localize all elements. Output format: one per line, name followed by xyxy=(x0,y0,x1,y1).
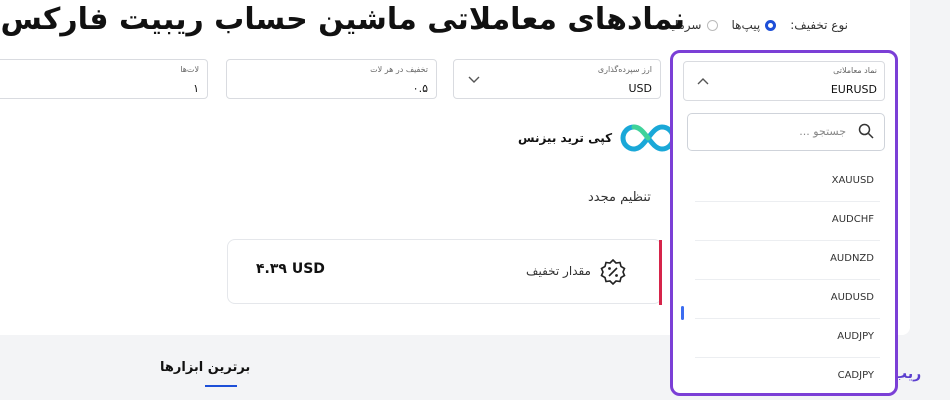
radio-pips-dot[interactable] xyxy=(765,19,777,31)
list-item[interactable]: XAUUSD xyxy=(695,163,880,202)
list-item[interactable]: AUDCHF xyxy=(695,202,880,241)
percent-badge-icon xyxy=(600,258,626,289)
currency-select[interactable]: ارز سپرده‌گذاری USD xyxy=(453,59,661,99)
chevron-down-icon xyxy=(468,73,480,87)
discount-type-label: نوع تخفیف: xyxy=(790,18,848,32)
discount-type-group: نوع تخفیف: پیپ‌ها سرمایه xyxy=(665,18,848,32)
page-title: نمادهای معاملاتی ماشین حساب ریبیت فارکس xyxy=(0,2,685,37)
symbol-dropdown: نماد معاملاتی EURUSD جستجو ... XAUUSD AU… xyxy=(670,50,898,396)
discount-amount: ۴.۳۹ USD xyxy=(256,261,325,277)
result-box: ۴.۳۹ USD مقدار تخفیف xyxy=(227,239,662,305)
currency-value: USD xyxy=(628,82,652,95)
symbol-select[interactable]: نماد معاملاتی EURUSD xyxy=(683,61,885,101)
lots-label: لات‌ها xyxy=(180,65,199,74)
list-item[interactable]: AUDUSD xyxy=(695,280,880,319)
reset-button[interactable]: تنظیم مجدد xyxy=(588,190,651,205)
discount-per-lot-label: تخفیف در هر لات xyxy=(370,65,428,74)
chevron-up-icon xyxy=(697,74,709,88)
list-item-label: CADJPY xyxy=(837,370,874,381)
discount-per-lot-input[interactable]: تخفیف در هر لات ۰.۵ xyxy=(226,59,437,99)
discount-per-lot-value: ۰.۵ xyxy=(412,82,428,95)
radio-capital-dot[interactable] xyxy=(706,19,718,31)
list-item-label: AUDCHF xyxy=(831,214,874,225)
list-item[interactable]: CADJPY xyxy=(695,358,880,393)
symbol-value: EURUSD xyxy=(830,83,877,96)
tab-top-instruments[interactable]: برترین ابزارها xyxy=(160,360,250,375)
symbol-search-input[interactable]: جستجو ... xyxy=(687,113,885,151)
list-item-label: AUDUSD xyxy=(830,292,874,303)
dropdown-scrollbar[interactable] xyxy=(681,306,684,320)
symbol-select-inner: نماد معاملاتی EURUSD xyxy=(683,61,885,101)
result-accent-bar xyxy=(659,240,662,305)
lots-value: ۱ xyxy=(193,82,199,95)
list-item-label: AUDNZD xyxy=(830,253,874,264)
search-icon xyxy=(858,123,874,143)
radio-pips-label: پیپ‌ها xyxy=(731,18,761,32)
list-item-label: AUDJPY xyxy=(837,331,874,342)
logo-text: کپی ترید بیزنس xyxy=(518,131,613,145)
radio-pips[interactable]: پیپ‌ها xyxy=(732,18,777,32)
list-item-label: XAUUSD xyxy=(831,175,874,186)
list-item[interactable]: AUDNZD xyxy=(695,241,880,280)
lots-input[interactable]: لات‌ها ۱ xyxy=(0,59,208,99)
tab-active-indicator xyxy=(205,385,237,387)
currency-label: ارز سپرده‌گذاری xyxy=(597,65,652,74)
copy-trade-logo: کپی ترید بیزنس xyxy=(518,121,678,155)
search-placeholder: جستجو ... xyxy=(799,125,846,138)
list-item[interactable]: AUDJPY xyxy=(695,319,880,358)
symbol-label: نماد معاملاتی xyxy=(833,66,877,75)
discount-amount-label: مقدار تخفیف xyxy=(526,264,591,278)
